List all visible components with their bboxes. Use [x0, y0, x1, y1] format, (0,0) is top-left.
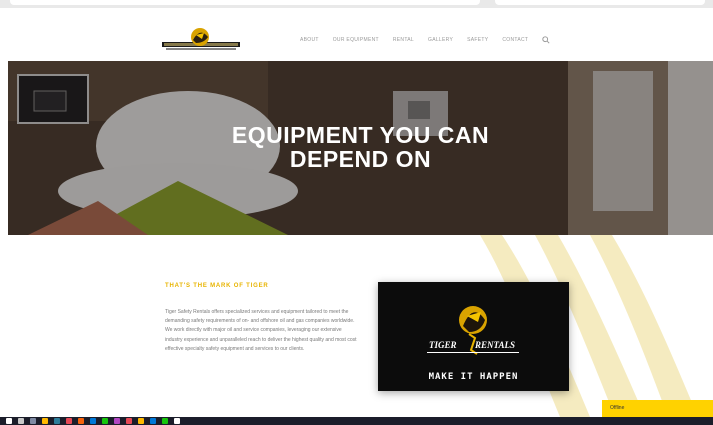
os-taskbar — [0, 417, 713, 425]
app-icon[interactable] — [138, 418, 144, 424]
nav-item-rental[interactable]: Rental — [393, 37, 414, 43]
hero-title-line-2: DEPEND ON — [289, 146, 432, 172]
svg-text:RENTALS: RENTALS — [474, 340, 515, 350]
hero-banner: EQUIPMENT YOU CAN DEPEND ON — [8, 61, 713, 235]
search-taskbar-icon[interactable] — [18, 418, 24, 424]
start-icon[interactable] — [6, 418, 12, 424]
edge-icon[interactable] — [54, 418, 60, 424]
nav-item-equipment[interactable]: Our Equipment — [333, 37, 379, 43]
tab-strip[interactable] — [495, 0, 705, 5]
address-bar[interactable] — [10, 0, 480, 5]
hero-title-line-1: EQUIPMENT YOU CAN — [231, 122, 490, 148]
nav-item-safety[interactable]: Safety — [467, 37, 488, 43]
about-subheading: THAT'S THE MARK OF TIGER — [165, 283, 269, 289]
svg-text:TIGER: TIGER — [429, 340, 457, 350]
chat-status-label: Offline — [610, 405, 625, 411]
nav-item-contact[interactable]: Contact — [502, 37, 528, 43]
search-icon[interactable] — [542, 36, 550, 44]
app-icon[interactable] — [162, 418, 168, 424]
app-icon[interactable] — [150, 418, 156, 424]
about-paragraph: Tiger Safety Rentals offers specialized … — [165, 309, 357, 352]
about-section: THAT'S THE MARK OF TIGER Tiger Safety Re… — [0, 235, 713, 417]
app-icon[interactable] — [126, 418, 132, 424]
main-nav: About Our Equipment Rental Gallery Safet… — [300, 36, 550, 44]
app-icon[interactable] — [78, 418, 84, 424]
tiger-emblem-icon: TIGER RENTALS — [425, 306, 521, 355]
folder-icon[interactable] — [42, 418, 48, 424]
hero-title: EQUIPMENT YOU CAN DEPEND ON — [8, 123, 713, 171]
promo-tagline: MAKE IT HAPPEN — [428, 372, 519, 382]
nav-item-about[interactable]: About — [300, 37, 319, 43]
chat-widget[interactable]: Offline — [602, 400, 713, 417]
site-header: About Our Equipment Rental Gallery Safet… — [0, 8, 713, 61]
app-icon[interactable] — [114, 418, 120, 424]
promo-card: TIGER RENTALS MAKE IT HAPPEN — [378, 282, 569, 391]
site-logo[interactable] — [160, 25, 242, 55]
app-icon[interactable] — [174, 418, 180, 424]
app-icon[interactable] — [66, 418, 72, 424]
browser-top-strip — [0, 0, 713, 8]
app-icon[interactable] — [90, 418, 96, 424]
nav-item-gallery[interactable]: Gallery — [428, 37, 453, 43]
app-icon[interactable] — [102, 418, 108, 424]
task-view-icon[interactable] — [30, 418, 36, 424]
